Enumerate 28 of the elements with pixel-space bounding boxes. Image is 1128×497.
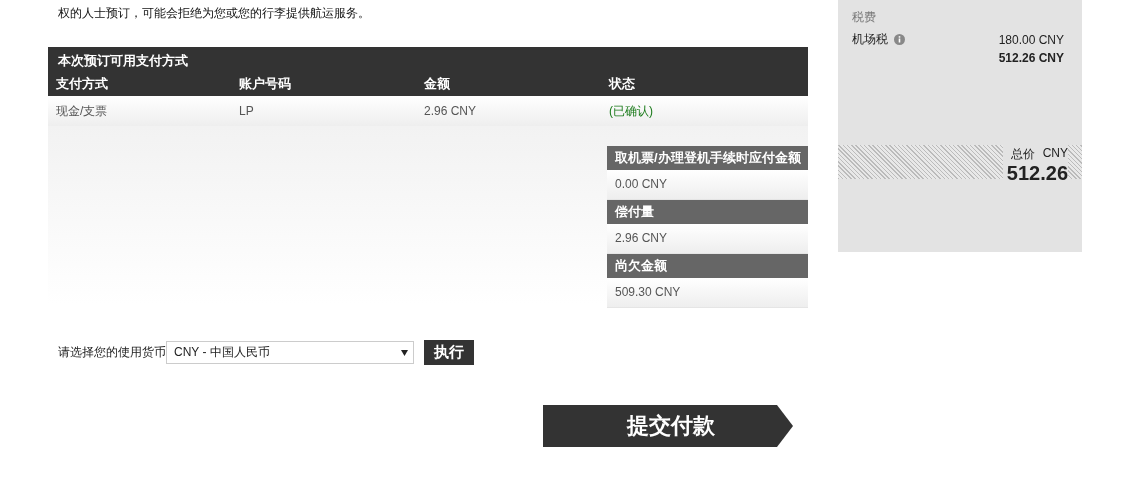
column-header: 金额 xyxy=(424,75,451,93)
tax-label: 机场税 xyxy=(852,31,888,48)
total-currency: CNY xyxy=(1042,146,1068,162)
summary-value: 0.00 CNY xyxy=(607,170,808,200)
summary-value: 2.96 CNY xyxy=(607,224,808,254)
table-cell-text: LP xyxy=(239,104,255,118)
currency-label: 请选择您的使用货币 xyxy=(58,344,166,361)
summary-label: 尚欠金额 xyxy=(607,254,808,278)
column-header: 账户号码 xyxy=(239,75,292,93)
summary-label: 取机票/办理登机手续时应付金额 xyxy=(607,146,808,170)
disclaimer-text: 权的人士预订，可能会拒绝为您或您的行李提供航运服务。 xyxy=(58,6,371,20)
table-title: 本次预订可用支付方式 xyxy=(48,47,808,72)
submit-payment-button[interactable]: 提交付款 xyxy=(543,405,793,447)
info-icon[interactable] xyxy=(894,34,905,45)
column-header: 状态 xyxy=(609,75,636,93)
table-cell-text: 2.96 CNY xyxy=(424,104,478,118)
status-text: (已确认) xyxy=(609,102,654,120)
total-amount: 512.26 xyxy=(1006,163,1068,183)
currency-dropdown[interactable]: CNY - 中国人民币 xyxy=(166,341,414,364)
dropdown-caret-icon xyxy=(401,349,408,356)
total-label: 总价 xyxy=(1010,146,1035,163)
section-label: 税费 xyxy=(851,9,877,26)
table-cell-text: 现金/支票 xyxy=(56,102,109,120)
execute-button[interactable]: 执行 xyxy=(424,340,474,365)
subtotal-amount: 512.26 CNY xyxy=(997,50,1065,65)
column-header: 支付方式 xyxy=(56,75,109,93)
tax-amount: 180.00 CNY xyxy=(998,32,1064,47)
summary-label: 偿付量 xyxy=(607,200,808,224)
